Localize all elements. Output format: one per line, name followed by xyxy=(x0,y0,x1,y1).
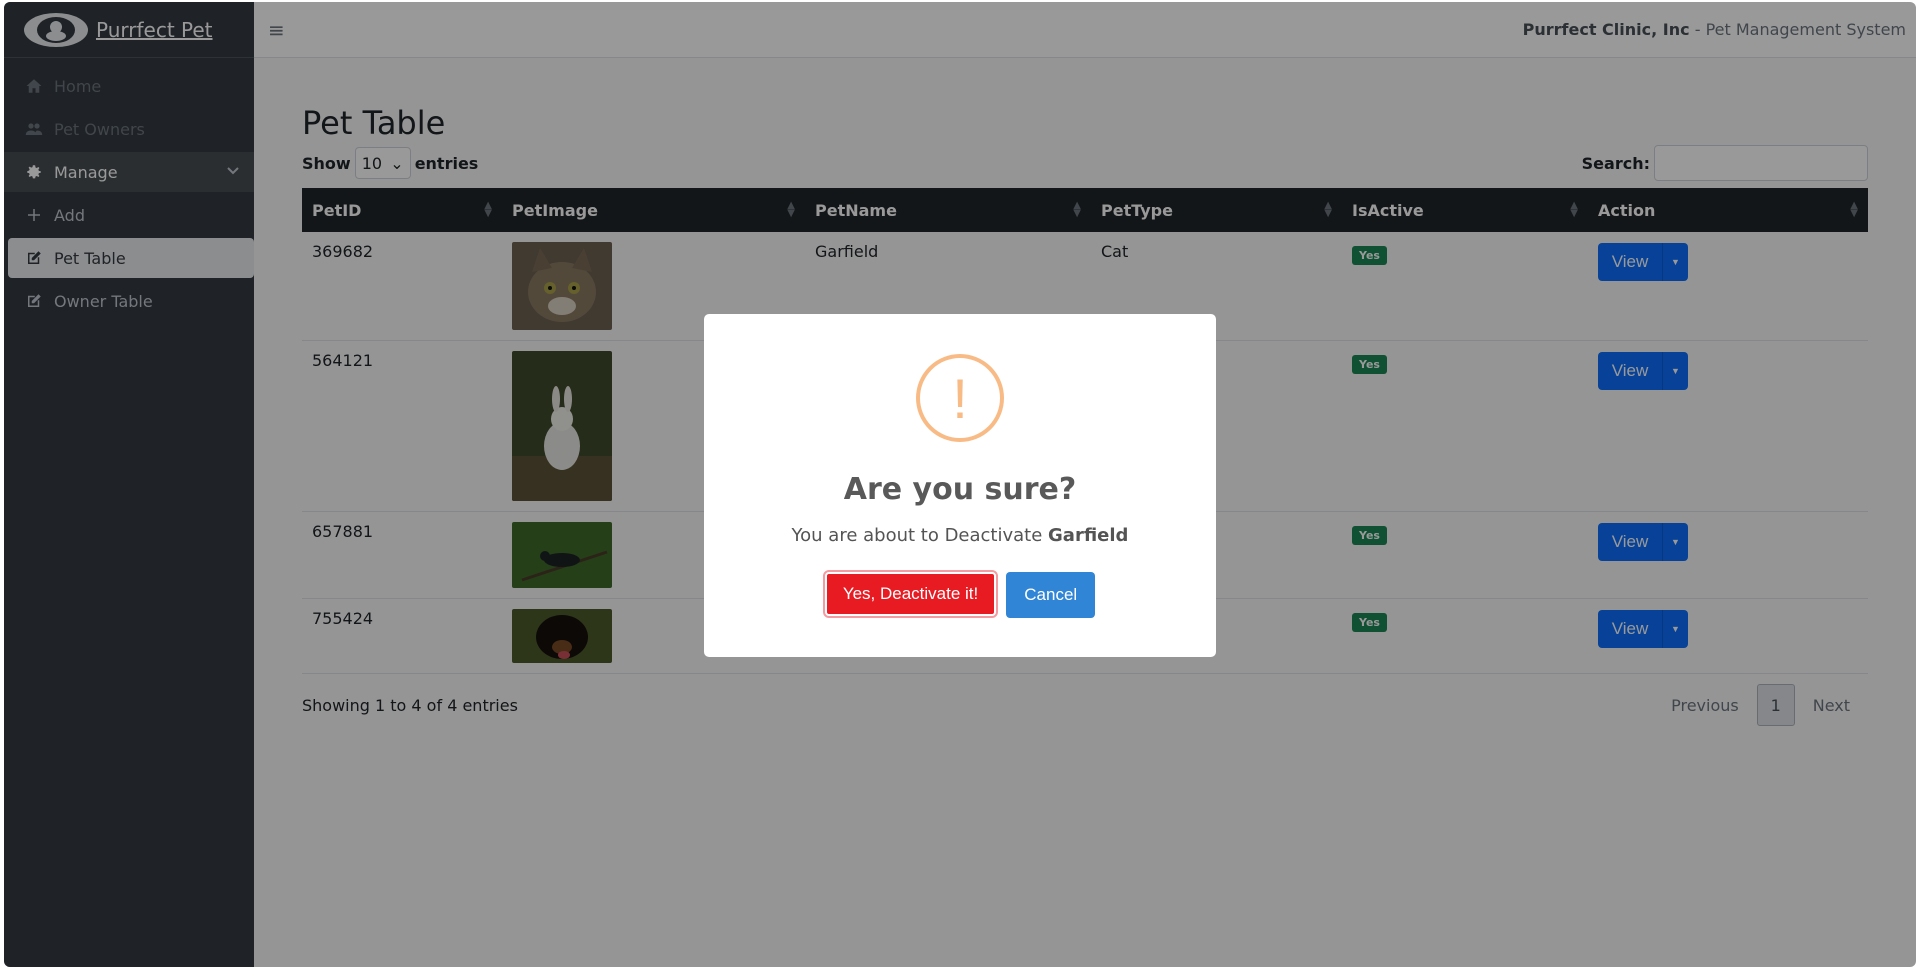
dialog-message-prefix: You are about to Deactivate xyxy=(791,525,1049,546)
confirm-deactivate-button[interactable]: Yes, Deactivate it! xyxy=(822,570,999,618)
dialog-title: Are you sure? xyxy=(843,472,1077,507)
dialog-pet-name: Garfield xyxy=(1048,525,1129,546)
cancel-button[interactable]: Cancel xyxy=(1006,572,1096,618)
dialog-message: You are about to Deactivate Garfield xyxy=(704,525,1216,546)
confirm-dialog: ! Are you sure? You are about to Deactiv… xyxy=(704,314,1216,657)
dialog-actions: Yes, Deactivate it! Cancel xyxy=(704,570,1216,618)
app-window: Purrfect Pet Home Pet Owners Manage Add xyxy=(4,2,1916,967)
bottom-strip xyxy=(0,967,1920,974)
warning-icon: ! xyxy=(916,354,1004,442)
